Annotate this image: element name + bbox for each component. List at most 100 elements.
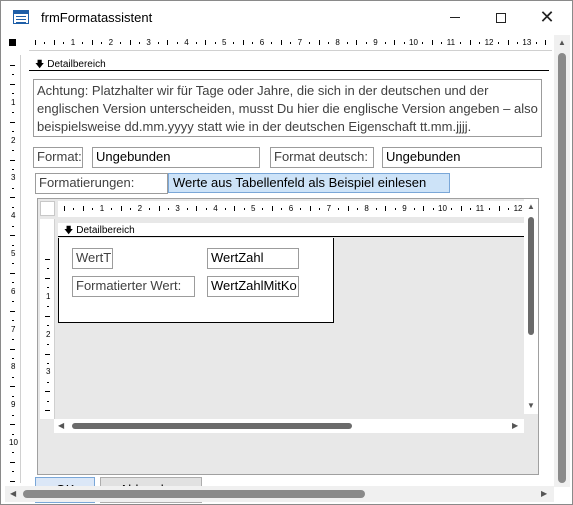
ruler-tick [338,208,340,210]
ruler-tick [394,208,396,210]
ruler-tick [12,206,14,208]
vertical-ruler[interactable]: 1 2 3 4 5 6 7 8 9 10 [5,55,21,483]
ruler-tick [45,277,50,279]
horizontal-ruler[interactable]: 1 2 3 4 5 6 7 8 9 10 11 12 13 [29,35,552,51]
ruler-tick [91,40,93,45]
subform-vertical-ruler[interactable]: 1 2 3 [40,219,55,419]
ruler-number: 8 [11,362,16,372]
ruler-tick [47,287,49,289]
subform-horizontal-ruler[interactable]: 1 2 3 4 5 6 7 8 9 10 11 12 [58,201,524,217]
detail-section-label: Detailbereich [47,59,106,70]
ruler-number: 4 [11,211,16,221]
form-selector[interactable] [9,39,16,46]
ruler-tick [12,395,14,397]
ruler-tick [167,208,169,210]
ruler-tick [384,42,386,44]
formatierter-wert-label[interactable]: Formatierter Wert: [72,276,195,297]
ruler-number: 5 [251,204,256,213]
subform-detail-header[interactable]: 🡇 Detailbereich [58,223,524,237]
ruler-tick [413,208,415,210]
ruler-tick [290,42,292,44]
detail-section-header[interactable]: 🡇 Detailbereich [29,57,549,71]
vertical-scroll-thumb[interactable] [558,53,566,483]
ruler-number: 6 [288,204,294,213]
ruler-tick [507,40,509,45]
window-title: frmFormatassistent [41,10,153,25]
ruler-number: 7 [326,204,332,213]
ruler-number: 8 [335,38,340,47]
ruler-tick [12,452,14,454]
formatierter-wert-textbox[interactable]: WertZahlMitKo [207,276,299,297]
horizontal-scroll-thumb[interactable] [23,490,365,498]
ruler-number: 6 [11,286,16,296]
ruler-tick [545,40,547,45]
ruler-number: 12 [484,38,494,47]
design-surface: 1 2 3 4 5 6 7 8 9 10 11 12 13 1 2 3 4 5 6 7 8 9 10 🡇 Detailber… [5,35,552,503]
wert-textbox[interactable]: WertZahl [207,248,299,269]
ruler-tick [157,42,159,44]
formatierungen-label[interactable]: Formatierungen: [35,173,168,194]
form-window: frmFormatassistent ✕ 1 2 3 4 5 6 7 8 9 10 11 12 13 1… [0,0,573,505]
format-deutsch-label[interactable]: Format deutsch: [270,147,374,168]
ruler-tick [45,410,50,412]
ruler-tick [138,42,140,44]
ruler-tick [10,197,15,199]
subform-hscroll-thumb[interactable] [72,423,352,429]
subform-vscroll-thumb[interactable] [528,217,534,335]
wert-label[interactable]: WertT [72,248,113,269]
scroll-up-icon[interactable]: ▲ [527,203,535,211]
ruler-tick [385,206,387,211]
ruler-tick [309,206,311,211]
outer-scroll-left-icon[interactable]: ◀ [10,490,16,498]
close-button[interactable]: ✕ [524,1,570,34]
ruler-tick [35,40,36,45]
ruler-tick [535,42,537,44]
ruler-tick [10,348,15,350]
ruler-tick [10,386,15,388]
ruler-tick [12,244,14,246]
maximize-button[interactable] [478,1,524,34]
horizontal-scrollbar[interactable]: ◀ ▶ [5,486,554,502]
ruler-tick [10,83,15,85]
ruler-number: 3 [146,38,151,47]
vertical-scrollbar[interactable]: ▲ [554,35,570,487]
ruler-tick [82,42,84,44]
ruler-tick [12,282,14,284]
ruler-tick [10,65,15,66]
scroll-down-icon[interactable]: ▼ [527,402,535,410]
note-label[interactable]: Achtung: Platzhalter wir für Tage oder J… [33,79,542,137]
subform-horizontal-scrollbar[interactable]: ◀ ▶ [54,419,524,433]
subform-control[interactable]: 1 2 3 4 5 6 7 8 9 10 11 12 123 🡇 Detailbereich WertT… [37,198,539,475]
ruler-tick [12,74,14,76]
ruler-tick [375,208,377,210]
ruler-tick [319,208,321,210]
format-deutsch-textbox[interactable]: Ungebunden [382,147,542,168]
minimize-button[interactable] [432,1,478,34]
ruler-tick [233,42,235,44]
ruler-tick [10,461,15,463]
scroll-left-icon[interactable]: ◀ [58,422,64,430]
ruler-number: 5 [222,38,227,47]
subform-selector[interactable] [40,201,55,216]
outer-scroll-up-icon[interactable]: ▲ [558,39,566,47]
ruler-number: 4 [213,204,218,213]
ruler-tick [498,42,500,44]
ruler-number: 11 [446,38,456,47]
ruler-number: 3 [175,204,180,213]
minimize-icon [450,17,460,18]
ruler-tick [470,208,472,210]
outer-scroll-right-icon[interactable]: ▶ [541,490,547,498]
ruler-number: 3 [46,367,51,377]
section-arrow-icon: 🡇 [35,59,45,69]
ruler-tick [479,42,481,44]
ruler-tick [12,131,14,133]
ruler-tick [422,42,424,44]
subform-vertical-scrollbar[interactable]: ▲ ▼ [524,199,538,414]
scroll-right-icon[interactable]: ▶ [512,422,518,430]
ruler-tick [346,42,348,44]
werte-einlesen-button[interactable]: Werte aus Tabellenfeld als Beispiel einl… [168,173,450,193]
ruler-tick [431,40,433,45]
format-textbox[interactable]: Ungebunden [92,147,260,168]
format-label[interactable]: Format: [33,147,83,168]
ruler-tick [45,259,50,260]
